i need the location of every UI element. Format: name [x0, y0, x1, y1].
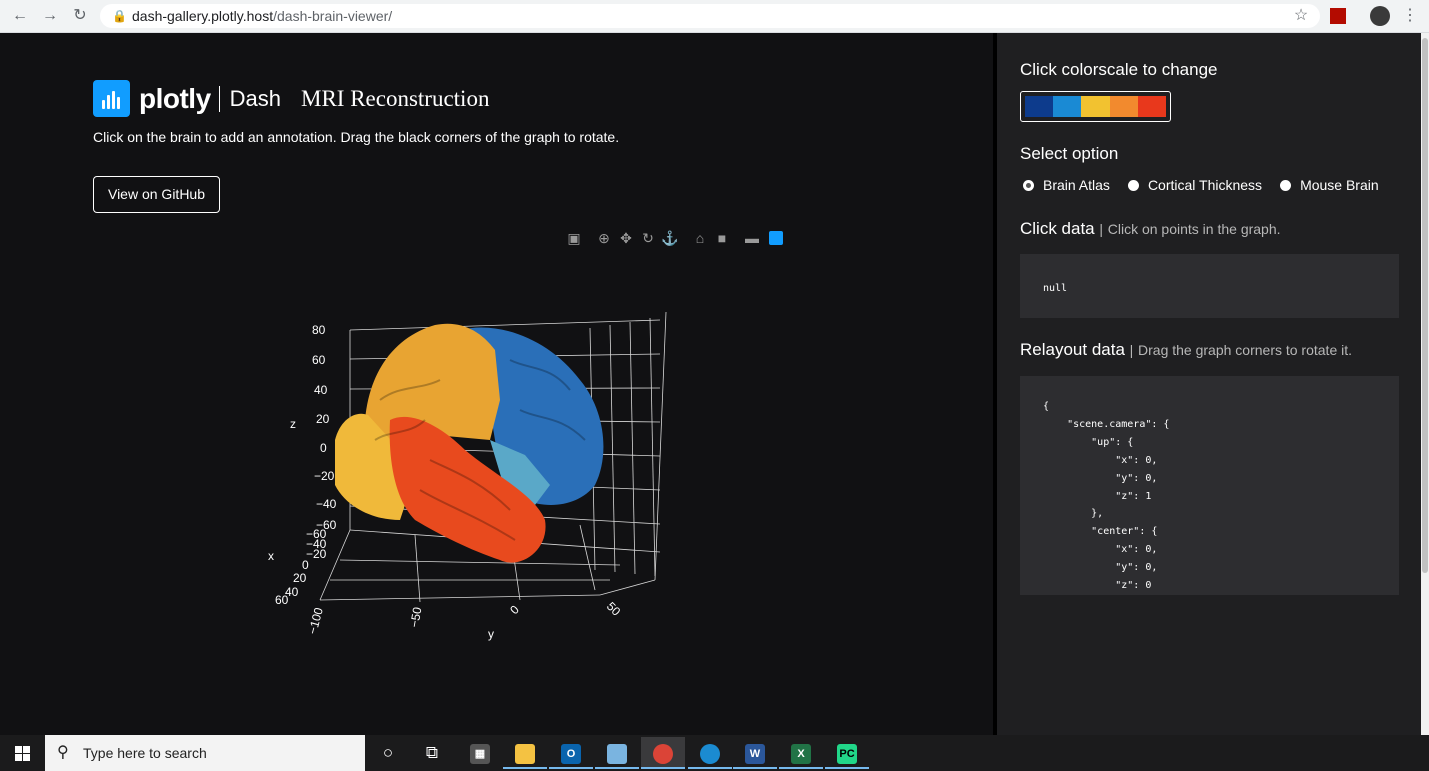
colorscale-picker[interactable] — [1020, 91, 1171, 122]
pan-icon[interactable]: ✥ — [615, 229, 637, 247]
z-axis-label: z — [290, 417, 296, 431]
chrome-icon[interactable] — [641, 737, 685, 769]
radio-dot[interactable] — [1023, 179, 1034, 191]
relayout-data-value: { "scene.camera": { "up": { "x": 0, "y":… — [1043, 401, 1170, 592]
plotly-logo-icon — [93, 80, 130, 117]
plotly-dash-logo[interactable]: plotly Dash — [93, 80, 281, 117]
x-tick: −20 — [306, 547, 327, 561]
back-icon[interactable]: ← — [10, 6, 30, 26]
colorscale-swatch — [1109, 96, 1138, 117]
relayout-data-sep: | — [1129, 342, 1134, 358]
colorscale-swatch — [1137, 96, 1167, 117]
radio-dot[interactable] — [1280, 179, 1292, 191]
notepad-icon[interactable] — [595, 737, 639, 769]
hover-icon[interactable]: ▬ — [741, 229, 763, 247]
x-tick: 0 — [302, 558, 309, 572]
profile-avatar[interactable] — [1370, 6, 1390, 26]
z-tick: 20 — [316, 412, 330, 426]
pdf-extension-icon[interactable] — [1328, 6, 1348, 26]
y-tick: 0 — [507, 602, 522, 617]
taskbar-search-box[interactable]: ⚲ Type here to search — [45, 735, 365, 771]
home-icon[interactable]: ⌂ — [689, 229, 711, 247]
cortana-icon[interactable]: ○ — [366, 737, 410, 769]
menu-icon[interactable]: ⋮ — [1400, 6, 1420, 26]
z-tick: 80 — [312, 323, 326, 337]
colorscale-swatch — [1081, 96, 1110, 117]
colorscale-swatch — [1053, 96, 1082, 117]
radio-label: Cortical Thickness — [1147, 177, 1263, 193]
x-axis-label: x — [268, 549, 274, 563]
radio-dot[interactable] — [1127, 179, 1139, 191]
relayout-data-title: Relayout data — [1020, 340, 1125, 359]
orbit-icon[interactable]: ↻ — [637, 229, 659, 247]
search-icon: ⚲ — [57, 744, 69, 761]
product-name: Dash — [229, 85, 282, 111]
camera-reset-icon[interactable]: ■ — [711, 229, 733, 247]
page-subtitle: Click on the brain to add an annotation.… — [93, 129, 620, 145]
address-bar[interactable]: 🔒 dash-gallery.plotly.host/dash-brain-vi… — [100, 4, 1320, 28]
radio-mouse-brain[interactable]: Mouse Brain — [1280, 177, 1379, 193]
click-data-value: null — [1043, 283, 1068, 294]
select-option-heading: Select option — [1020, 144, 1119, 163]
y-tick: −100 — [305, 606, 326, 636]
z-tick: −40 — [316, 497, 337, 511]
file-explorer-icon[interactable] — [503, 737, 547, 769]
colorscale-heading: Click colorscale to change — [1020, 60, 1218, 79]
browser-toolbar: ← → ↻ 🔒 dash-gallery.plotly.host/dash-br… — [0, 0, 1429, 33]
click-data-title: Click data — [1020, 219, 1095, 238]
forward-icon[interactable]: → — [40, 6, 60, 26]
excel-icon[interactable]: X — [779, 737, 823, 769]
reload-icon[interactable]: ↻ — [70, 6, 90, 26]
calculator-icon[interactable]: ▦ — [458, 737, 502, 769]
github-button[interactable]: View on GitHub — [93, 176, 220, 213]
word-icon[interactable]: W — [733, 737, 777, 769]
bookmark-star-icon[interactable]: ☆ — [1291, 6, 1311, 26]
radio-cortical-thickness[interactable]: Cortical Thickness — [1127, 177, 1263, 193]
brain-mesh[interactable] — [335, 323, 604, 563]
z-tick: 60 — [312, 353, 326, 367]
edge-icon[interactable] — [688, 737, 732, 769]
option-radio-group: Brain Atlas Cortical Thickness Mouse Bra… — [1023, 177, 1397, 193]
lock-icon: 🔒 — [112, 9, 127, 23]
task-view-icon[interactable]: ⧉ — [410, 737, 454, 769]
y-tick: 50 — [604, 599, 624, 619]
click-data-hint: Click on points in the graph. — [1107, 221, 1281, 237]
url-host: dash-gallery.plotly.host — [132, 8, 274, 24]
pycharm-icon[interactable]: PC — [825, 737, 869, 769]
brand-separator — [218, 85, 220, 112]
click-data-output: null — [1020, 254, 1399, 318]
radio-label: Mouse Brain — [1300, 177, 1379, 193]
outlook-icon[interactable]: O — [549, 737, 593, 769]
camera-icon[interactable]: ▣ — [563, 229, 585, 247]
windows-start-icon[interactable] — [0, 735, 45, 771]
colorscale-swatch — [1025, 96, 1054, 117]
z-tick: 40 — [314, 383, 328, 397]
brain-3d-plot[interactable]: 80 60 40 20 0 −20 −40 −60 z −60 −40 −20 … — [250, 290, 690, 670]
turntable-icon[interactable]: ⚓ — [659, 229, 681, 247]
x-tick: 20 — [293, 571, 307, 585]
relayout-data-hint: Drag the graph corners to rotate it. — [1138, 342, 1353, 358]
zoom-icon[interactable]: ⊕ — [593, 229, 615, 247]
windows-taskbar: ⚲ Type here to search ○ ⧉ ▦ O W X PC — [0, 735, 1429, 771]
click-data-heading: Click data | Click on points in the grap… — [1020, 219, 1281, 239]
radio-label: Brain Atlas — [1043, 177, 1110, 193]
y-axis-label: y — [488, 627, 494, 641]
z-tick: 0 — [320, 441, 327, 455]
relayout-data-output: { "scene.camera": { "up": { "x": 0, "y":… — [1020, 376, 1399, 595]
page-title: MRI Reconstruction — [301, 86, 490, 111]
relayout-data-heading: Relayout data | Drag the graph corners t… — [1020, 340, 1352, 360]
search-placeholder: Type here to search — [83, 745, 207, 761]
radio-brain-atlas[interactable]: Brain Atlas — [1023, 177, 1110, 193]
x-tick: 60 — [275, 593, 289, 607]
brand-name: plotly — [139, 82, 211, 114]
y-tick: −50 — [407, 606, 424, 629]
url-path: /dash-brain-viewer/ — [273, 8, 393, 24]
plotly-logo-icon[interactable] — [769, 231, 783, 245]
plot-modebar: ▣ ⊕ ✥ ↻ ⚓ ⌂ ■ ▬ — [563, 229, 783, 247]
click-data-sep: | — [1099, 221, 1104, 237]
z-tick: −20 — [314, 469, 335, 483]
scrollbar-thumb[interactable] — [1422, 38, 1428, 573]
